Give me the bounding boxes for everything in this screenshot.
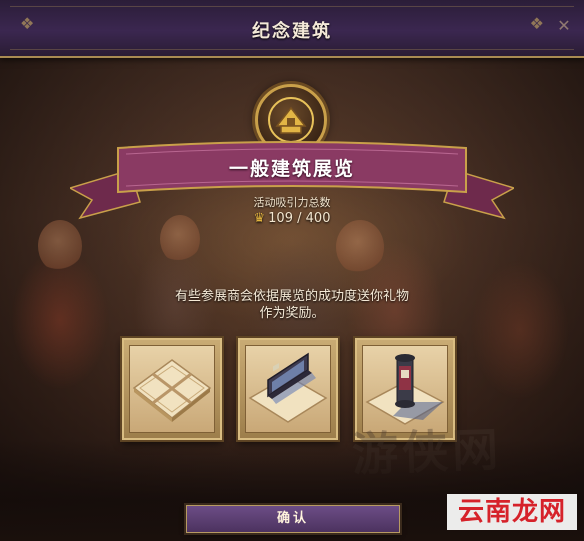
close-button[interactable]: ✕ (552, 14, 576, 38)
description-line-1: 有些参展商会依据展览的成功度送你礼物 (174, 289, 409, 304)
billboard-wall-icon (248, 352, 328, 423)
site-watermark: 云南龙网 (447, 494, 577, 530)
reward-slot-billboard[interactable] (238, 338, 338, 440)
attraction-max: 400 (305, 211, 331, 226)
attraction-current: 109 (268, 211, 293, 226)
window-title: 纪念建筑 (252, 21, 332, 42)
reward-slot-plaza[interactable] (122, 338, 222, 440)
plaza-tile-icon (132, 359, 212, 422)
trophy-icon: ♛ (253, 211, 266, 226)
window-title-bar: ❖ ❖ 纪念建筑 ✕ (0, 0, 584, 58)
event-title: 一般建筑展览 (228, 158, 355, 180)
attraction-separator: / (297, 211, 302, 226)
description-line-2: 作为奖励。 (259, 306, 325, 321)
attraction-counter: ♛ 109 / 400 (240, 211, 344, 226)
reward-description: 有些参展商会依据展览的成功度送你礼物 作为奖励。 (120, 288, 464, 322)
confirm-button[interactable]: 确认 (186, 505, 400, 533)
attraction-label: 活动吸引力总数 (253, 196, 331, 209)
